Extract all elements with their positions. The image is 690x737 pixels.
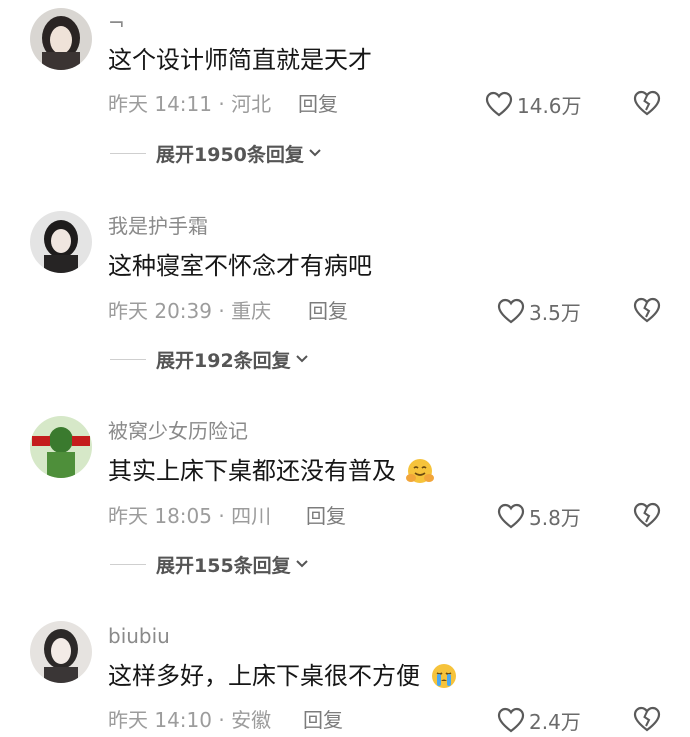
- like-button[interactable]: 5.8万: [497, 501, 581, 531]
- username[interactable]: ¬: [108, 10, 125, 36]
- dislike-button[interactable]: [632, 89, 662, 119]
- avatar[interactable]: [30, 211, 92, 273]
- avatar[interactable]: [30, 621, 92, 683]
- chevron-down-icon: [295, 355, 308, 363]
- expand-replies-label: 展开192条回复: [156, 349, 291, 372]
- divider: [110, 358, 146, 360]
- comment-text-content: 这样多好，上床下桌很不方便: [108, 662, 420, 690]
- chevron-down-icon: [295, 560, 308, 568]
- like-button[interactable]: 3.5万: [497, 296, 581, 326]
- heart-outline-icon: [497, 503, 525, 529]
- reply-button[interactable]: 回复: [308, 297, 348, 325]
- like-count: 2.4万: [529, 709, 581, 734]
- comment-meta: 昨天 14:11 · 河北: [108, 92, 272, 116]
- expand-replies-button[interactable]: 展开1950条回复: [110, 139, 322, 167]
- crying-face-emoji-icon: [431, 664, 456, 688]
- divider: [110, 563, 146, 565]
- broken-heart-icon: [633, 502, 661, 528]
- like-count: 5.8万: [529, 505, 581, 530]
- comment-text: 其实上床下桌都还没有普及: [108, 455, 434, 487]
- broken-heart-icon: [633, 90, 661, 116]
- broken-heart-icon: [633, 297, 661, 323]
- avatar[interactable]: [30, 416, 92, 478]
- comment-item-1: ¬ 这个设计师简直就是天才 昨天 14:11 · 河北 回复 14.6万 展开1…: [0, 0, 690, 200]
- reply-button[interactable]: 回复: [298, 90, 338, 118]
- hugging-face-emoji-icon: [405, 459, 434, 483]
- comment-text: 这种寝室不怀念才有病吧: [108, 252, 372, 280]
- chevron-down-icon: [309, 149, 321, 157]
- dislike-button[interactable]: [632, 296, 662, 326]
- like-count: 14.6万: [517, 93, 582, 118]
- expand-replies-label: 展开155条回复: [156, 554, 291, 577]
- username[interactable]: 我是护手霜: [108, 213, 208, 239]
- expand-replies-button[interactable]: 展开192条回复: [110, 345, 309, 373]
- like-button[interactable]: 2.4万: [497, 705, 581, 735]
- heart-outline-icon: [497, 298, 525, 324]
- heart-outline-icon: [497, 707, 525, 733]
- dislike-button[interactable]: [632, 705, 662, 735]
- expand-replies-button[interactable]: 展开155条回复: [110, 550, 309, 578]
- expand-replies-label: 展开1950条回复: [156, 143, 304, 166]
- comment-meta: 昨天 14:10 · 安徽: [108, 708, 272, 732]
- comment-item-3: 被窝少女历险记 其实上床下桌都还没有普及 昨天 18:05 · 四川 回复 5.…: [0, 410, 690, 610]
- reply-button[interactable]: 回复: [303, 706, 343, 734]
- comment-text: 这个设计师简直就是天才: [108, 46, 372, 74]
- comment-item-4: biubiu 这样多好，上床下桌很不方便 昨天 14:10 · 安徽 回复 2.…: [0, 615, 690, 737]
- reply-button[interactable]: 回复: [306, 502, 346, 530]
- broken-heart-icon: [633, 706, 661, 732]
- comment-item-2: 我是护手霜 这种寝室不怀念才有病吧 昨天 20:39 · 重庆 回复 3.5万 …: [0, 205, 690, 405]
- avatar[interactable]: [30, 8, 92, 70]
- comment-text-content: 其实上床下桌都还没有普及: [108, 457, 396, 485]
- username[interactable]: biubiu: [108, 623, 170, 649]
- comment-text: 这样多好，上床下桌很不方便: [108, 660, 458, 692]
- username[interactable]: 被窝少女历险记: [108, 418, 248, 444]
- like-button[interactable]: 14.6万: [485, 89, 582, 119]
- heart-outline-icon: [485, 91, 513, 117]
- dislike-button[interactable]: [632, 501, 662, 531]
- like-count: 3.5万: [529, 300, 581, 325]
- comment-meta: 昨天 18:05 · 四川: [108, 504, 272, 528]
- divider: [110, 152, 146, 154]
- comment-meta: 昨天 20:39 · 重庆: [108, 299, 272, 323]
